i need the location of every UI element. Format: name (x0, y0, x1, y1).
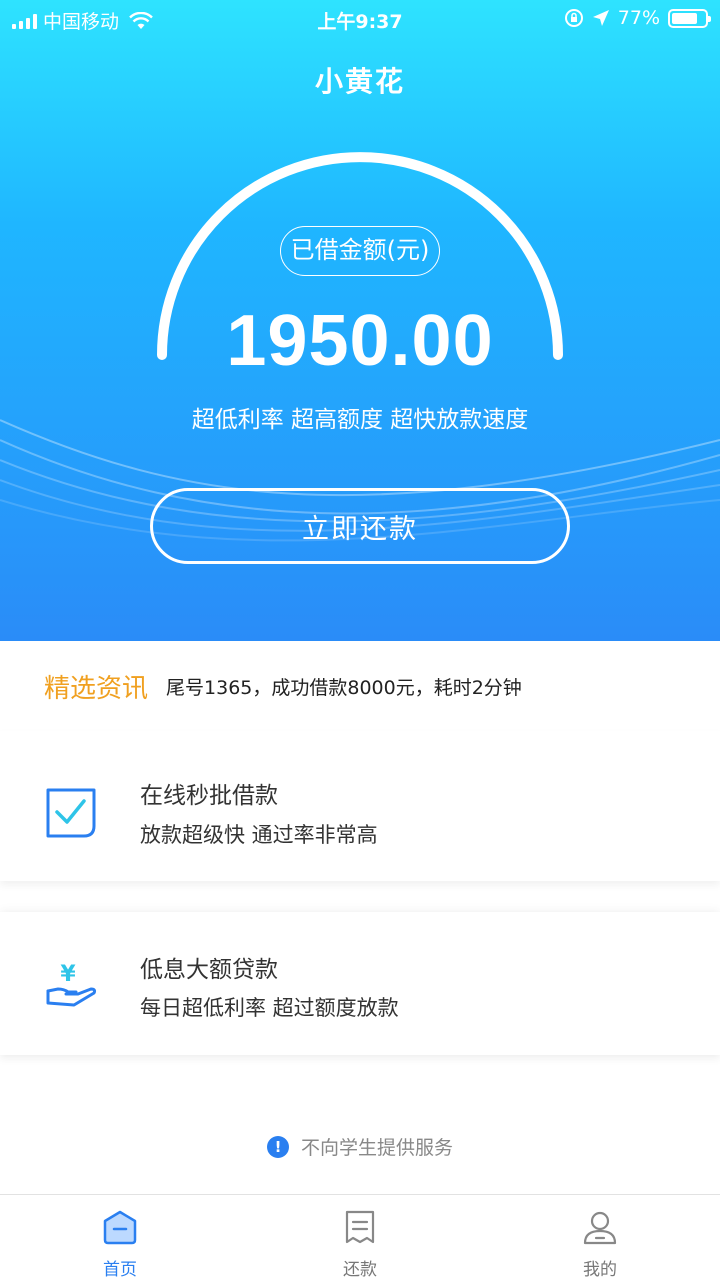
borrowed-amount-label: 已借金额(元) (280, 226, 440, 276)
rotation-lock-icon (564, 9, 583, 27)
tab-mine[interactable]: 我的 (480, 1195, 720, 1280)
feature-card-low-interest[interactable]: ¥ 低息大额贷款 每日超低利率 超过额度放款 (0, 912, 720, 1055)
bill-icon (345, 1210, 375, 1244)
page-title: 小黄花 (314, 65, 405, 98)
svg-text:¥: ¥ (60, 962, 76, 987)
tab-label: 我的 (583, 1260, 617, 1280)
home-icon (103, 1210, 137, 1245)
notice-text: 不向学生提供服务 (300, 1137, 453, 1159)
location-icon (592, 10, 609, 26)
news-ticker[interactable]: 精选资讯 尾号1365，成功借款8000元，耗时2分钟 (0, 641, 720, 731)
feature-subtitle: 每日超低利率 超过额度放款 (140, 996, 399, 1020)
hero-banner: 中国移动 上午9:37 77% 小黄花 已借金额(元) 1950.00 超低利率… (0, 0, 720, 641)
checkbox-icon (46, 788, 96, 838)
tab-bar: 首页 还款 我的 (0, 1194, 720, 1280)
feature-card-instant-approval[interactable]: 在线秒批借款 放款超级快 通过率非常高 (0, 731, 720, 881)
feature-title: 低息大额贷款 (140, 957, 278, 983)
news-tag: 精选资讯 (44, 673, 149, 704)
tab-home[interactable]: 首页 (0, 1195, 240, 1280)
tab-label: 还款 (343, 1260, 377, 1280)
status-bar: 中国移动 上午9:37 77% (0, 0, 720, 40)
feature-title: 在线秒批借款 (140, 783, 278, 809)
student-notice: ! 不向学生提供服务 (0, 1133, 720, 1160)
news-text: 尾号1365，成功借款8000元，耗时2分钟 (166, 676, 522, 699)
info-icon: ! (266, 1135, 289, 1158)
tab-repay[interactable]: 还款 (240, 1195, 480, 1280)
yuan-hand-icon: ¥ (46, 962, 97, 1007)
loan-slogan: 超低利率 超高额度 超快放款速度 (191, 407, 529, 433)
user-icon (583, 1211, 617, 1245)
repay-now-button[interactable]: 立即还款 (150, 488, 570, 564)
battery-percent: 77% (617, 7, 660, 29)
battery-icon (668, 8, 711, 28)
feature-subtitle: 放款超级快 通过率非常高 (140, 823, 378, 847)
borrowed-amount-value: 1950.00 (226, 301, 494, 381)
tab-label: 首页 (103, 1260, 137, 1280)
status-right: 77% (564, 7, 711, 29)
